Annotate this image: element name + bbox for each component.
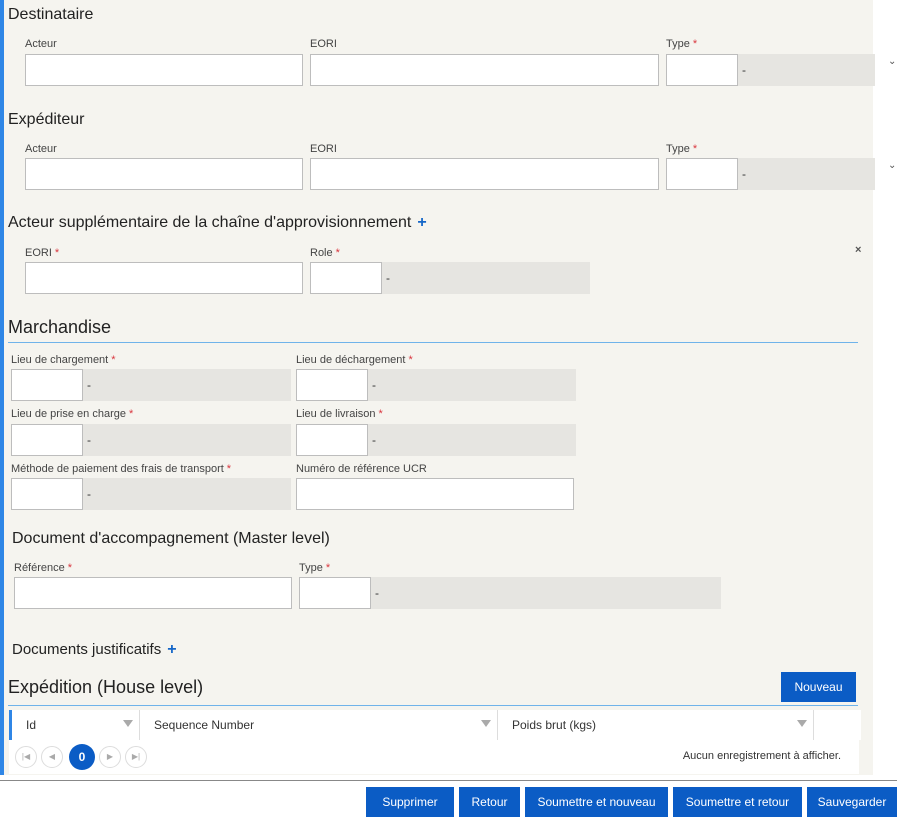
lieu-prise-description: - [83, 424, 291, 456]
reference-input[interactable] [14, 577, 292, 609]
column-header-sequence-number[interactable]: Sequence Number [140, 710, 498, 740]
filter-icon[interactable] [797, 720, 807, 727]
new-button[interactable]: Nouveau [781, 672, 856, 702]
form-panel: Destinataire Acteur EORI Type * - ⌄ Expéd… [0, 0, 896, 775]
section-title-documents-justificatifs: Documents justificatifs + [12, 641, 177, 658]
last-page-icon[interactable]: ▶| [125, 746, 147, 768]
required-mark: * [111, 354, 116, 366]
required-mark: * [335, 247, 340, 259]
lieu-prise-input[interactable] [11, 424, 83, 456]
lieu-chargement-description: - [83, 369, 291, 401]
column-header-poids-brut[interactable]: Poids brut (kgs) [498, 710, 814, 740]
chevron-down-icon[interactable]: ⌄ [888, 56, 896, 67]
supprimer-button[interactable]: Supprimer [366, 787, 454, 817]
acteur-label: Acteur [25, 143, 57, 155]
required-mark: * [692, 143, 698, 155]
filter-icon[interactable] [481, 720, 491, 727]
destinataire-acteur-input[interactable] [25, 54, 303, 86]
required-mark: * [408, 354, 413, 366]
reference-label: Référence * [14, 562, 73, 574]
grid-pager: |◀ ◀ 0 ▶ ▶| Aucun enregistrement à affic… [9, 740, 859, 774]
eori-label: EORI * [25, 247, 60, 259]
expediteur-acteur-input[interactable] [25, 158, 303, 190]
acteur-label: Acteur [25, 38, 57, 50]
required-mark: * [692, 38, 698, 50]
section-divider [8, 342, 858, 343]
chevron-down-icon[interactable]: ⌄ [888, 160, 896, 171]
lieu-prise-label: Lieu de prise en charge * [11, 408, 134, 420]
close-icon[interactable]: × [855, 244, 861, 256]
next-page-icon[interactable]: ▶ [99, 746, 121, 768]
type-label: Type * [666, 143, 698, 155]
filter-icon[interactable] [123, 720, 133, 727]
section-title-expediteur: Expéditeur [8, 111, 85, 128]
document-type-input[interactable] [299, 577, 371, 609]
supply-chain-eori-input[interactable] [25, 262, 303, 294]
required-mark: * [325, 562, 331, 574]
type-label: Type * [299, 562, 331, 574]
lieu-chargement-input[interactable] [11, 369, 83, 401]
destinataire-type-input[interactable] [666, 54, 738, 86]
empty-message: Aucun enregistrement à afficher. [682, 750, 841, 762]
retour-button[interactable]: Retour [459, 787, 520, 817]
previous-page-icon[interactable]: ◀ [41, 746, 63, 768]
lieu-livraison-description: - [368, 424, 576, 456]
soumettre-et-retour-button[interactable]: Soumettre et retour [673, 787, 802, 817]
required-mark: * [226, 463, 232, 475]
methode-paiement-input[interactable] [11, 478, 83, 510]
required-mark: * [128, 408, 134, 420]
required-mark: * [67, 562, 73, 574]
add-supply-chain-actor-icon[interactable]: + [417, 214, 426, 231]
section-divider [8, 705, 858, 706]
expediteur-eori-input[interactable] [310, 158, 659, 190]
expediteur-type-description: - [738, 158, 875, 190]
lieu-livraison-input[interactable] [296, 424, 368, 456]
required-mark: * [378, 408, 383, 420]
first-page-icon[interactable]: |◀ [15, 746, 37, 768]
section-title-document-accompagnement: Document d'accompagnement (Master level) [12, 530, 330, 547]
expediteur-type-input[interactable] [666, 158, 738, 190]
footer-divider [0, 780, 897, 781]
soumettre-et-nouveau-button[interactable]: Soumettre et nouveau [525, 787, 668, 817]
grid-header: Id Sequence Number Poids brut (kgs) [9, 710, 861, 740]
section-title-destinataire: Destinataire [8, 6, 94, 23]
section-title-supply-chain: Acteur supplémentaire de la chaîne d'app… [8, 214, 427, 231]
supply-chain-role-description: - [382, 262, 590, 294]
eori-label: EORI [310, 38, 337, 50]
ucr-label: Numéro de référence UCR [296, 463, 427, 475]
document-type-description: - [371, 577, 721, 609]
lieu-livraison-label: Lieu de livraison * [296, 408, 383, 420]
destinataire-type-description: - [738, 54, 875, 86]
supply-chain-role-input[interactable] [310, 262, 382, 294]
section-title-expedition: Expédition (House level) [8, 677, 204, 697]
methode-paiement-description: - [83, 478, 291, 510]
column-header-id[interactable]: Id [12, 710, 140, 740]
role-label: Role * [310, 247, 340, 259]
lieu-dechargement-input[interactable] [296, 369, 368, 401]
lieu-chargement-label: Lieu de chargement * [11, 354, 116, 366]
methode-paiement-label: Méthode de paiement des frais de transpo… [11, 463, 232, 475]
type-label: Type * [666, 38, 698, 50]
section-title-marchandise: Marchandise [8, 317, 112, 337]
sauvegarder-button[interactable]: Sauvegarder [807, 787, 897, 817]
required-mark: * [54, 247, 60, 259]
eori-label: EORI [310, 143, 337, 155]
ucr-input[interactable] [296, 478, 574, 510]
lieu-dechargement-label: Lieu de déchargement * [296, 354, 413, 366]
add-document-icon[interactable]: + [167, 641, 176, 658]
lieu-dechargement-description: - [368, 369, 576, 401]
destinataire-eori-input[interactable] [310, 54, 659, 86]
current-page[interactable]: 0 [69, 744, 95, 770]
